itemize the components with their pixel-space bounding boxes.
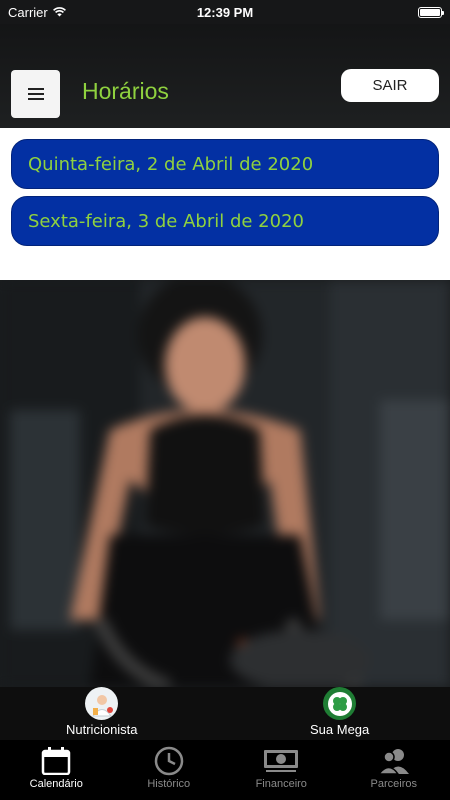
tab-label: Calendário (29, 778, 83, 790)
quick-link-nutritionist[interactable]: Nutricionista (66, 687, 138, 737)
app-header: Horários SAIR (0, 24, 450, 128)
quick-link-label: Sua Mega (310, 722, 370, 737)
page-title: Horários (82, 78, 169, 104)
date-item[interactable]: Sexta-feira, 3 de Abril de 2020 (11, 196, 439, 246)
people-icon (377, 746, 410, 776)
quick-link-sua-mega[interactable]: Sua Mega (310, 687, 369, 737)
clock-icon (154, 746, 184, 776)
nutritionist-icon (85, 687, 119, 720)
tab-label: Financeiro (255, 778, 307, 790)
battery-icon (418, 6, 444, 18)
quick-link-label: Nutricionista (66, 722, 138, 737)
menu-button[interactable] (11, 70, 60, 118)
carrier-label: Carrier (8, 4, 48, 20)
tab-label: Histórico (147, 778, 191, 790)
tab-bar: Calendário Histórico Financeiro Parceiro… (0, 740, 450, 800)
dates-list: Quinta-feira, 2 de Abril de 2020 Sexta-f… (0, 128, 450, 280)
wifi-icon (52, 5, 67, 20)
calendar-icon (41, 746, 71, 776)
tab-label: Parceiros (370, 778, 417, 790)
clover-icon (323, 687, 357, 720)
status-bar: Carrier 12:39 PM (0, 0, 450, 24)
status-left: Carrier (8, 5, 67, 20)
logout-button[interactable]: SAIR (341, 69, 439, 102)
tab-calendar[interactable]: Calendário (0, 740, 113, 800)
hero-background-image (0, 280, 450, 687)
tab-history[interactable]: Histórico (113, 740, 226, 800)
money-icon (263, 746, 299, 776)
quick-links-bar: Nutricionista Sua Mega (0, 687, 450, 740)
tab-partners[interactable]: Parceiros (338, 740, 450, 800)
date-item[interactable]: Quinta-feira, 2 de Abril de 2020 (11, 139, 439, 189)
status-time: 12:39 PM (196, 4, 254, 20)
hamburger-icon (27, 88, 44, 100)
tab-financial[interactable]: Financeiro (225, 740, 338, 800)
